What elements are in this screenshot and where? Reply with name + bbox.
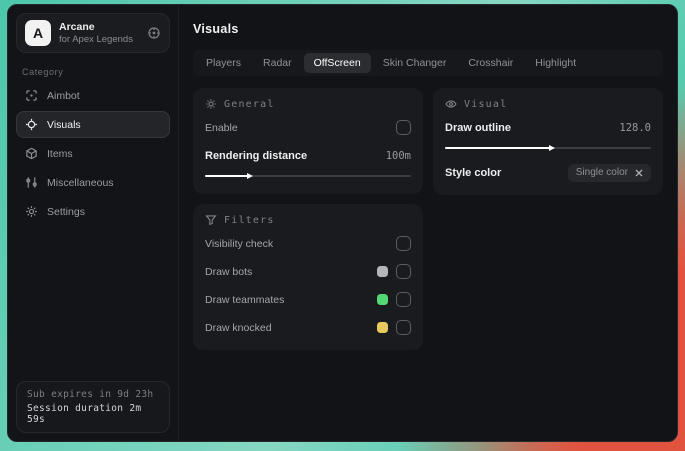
visual-card: Visual Draw outline 128.0 Style color Si… (433, 88, 663, 195)
general-card-header: General (205, 98, 411, 110)
subscription-info: Sub expires in 9d 23h Session duration 2… (16, 381, 170, 433)
sidebar-item-items[interactable]: Items (16, 140, 170, 167)
style-color-select[interactable]: Single color (567, 163, 651, 182)
slider-fill (205, 173, 254, 179)
slider-thumb-icon[interactable] (549, 145, 556, 151)
draw-knocked-color-swatch[interactable] (377, 322, 388, 333)
draw-bots-checkbox[interactable] (396, 264, 411, 279)
sidebar: A Arcane for Apex Legends Category Aimbo… (8, 5, 179, 441)
draw-teammates-color-swatch[interactable] (377, 294, 388, 305)
rendering-distance-row: Rendering distance 100m (205, 145, 411, 166)
enable-checkbox[interactable] (396, 120, 411, 135)
filters-card: Filters Visibility check Draw bots Draw … (193, 204, 423, 350)
app-title-block: Arcane for Apex Legends (59, 21, 133, 45)
sub-expiry-text: Sub expires in 9d 23h (27, 389, 154, 400)
target-icon[interactable] (147, 26, 161, 40)
visibility-check-checkbox[interactable] (396, 236, 411, 251)
tab-offscreen[interactable]: OffScreen (303, 53, 371, 73)
style-color-row: Style color Single color (445, 162, 651, 183)
sidebar-item-visuals[interactable]: Visuals (16, 111, 170, 138)
sidebar-item-label: Aimbot (47, 89, 80, 102)
tab-skin-changer[interactable]: Skin Changer (373, 53, 457, 73)
draw-outline-value: 128.0 (619, 121, 651, 134)
crosshair-icon (25, 89, 38, 102)
general-card-title: General (224, 98, 275, 110)
app-subtitle: for Apex Legends (59, 33, 133, 45)
sidebar-header: A Arcane for Apex Legends (16, 13, 170, 53)
draw-outline-row: Draw outline 128.0 (445, 117, 651, 138)
tab-radar[interactable]: Radar (253, 53, 302, 73)
slider-thumb-icon[interactable] (247, 173, 254, 179)
draw-teammates-row: Draw teammates (205, 289, 411, 310)
sun-icon (205, 98, 217, 110)
close-icon[interactable] (635, 169, 643, 177)
draw-bots-color-swatch[interactable] (377, 266, 388, 277)
content-grid: General Enable Rendering distance 100m F… (193, 88, 663, 350)
visual-card-header: Visual (445, 98, 651, 110)
app-name: Arcane (59, 21, 95, 33)
draw-outline-label: Draw outline (445, 121, 512, 134)
sliders-icon (25, 176, 38, 189)
rendering-distance-label: Rendering distance (205, 149, 308, 162)
tab-highlight[interactable]: Highlight (525, 53, 586, 73)
tab-players[interactable]: Players (196, 53, 251, 73)
style-color-selected-value: Single color (575, 167, 628, 178)
sidebar-item-miscellaneous[interactable]: Miscellaneous (16, 169, 170, 196)
category-label: Category (22, 67, 64, 77)
visibility-check-label: Visibility check (205, 237, 274, 250)
enable-label: Enable (205, 121, 238, 134)
draw-knocked-checkbox[interactable] (396, 320, 411, 335)
sidebar-item-settings[interactable]: Settings (16, 198, 170, 225)
draw-knocked-label: Draw knocked (205, 321, 272, 334)
sidebar-item-label: Miscellaneous (47, 176, 114, 189)
session-duration-text: Session duration 2m 59s (27, 403, 142, 425)
draw-teammates-checkbox[interactable] (396, 292, 411, 307)
sidebar-item-aimbot[interactable]: Aimbot (16, 82, 170, 109)
gear-icon (25, 205, 38, 218)
funnel-icon (205, 214, 217, 226)
style-color-label: Style color (445, 166, 502, 179)
draw-knocked-row: Draw knocked (205, 317, 411, 338)
right-column: Visual Draw outline 128.0 Style color Si… (433, 88, 663, 195)
draw-bots-row: Draw bots (205, 261, 411, 282)
filters-card-header: Filters (205, 214, 411, 226)
sidebar-nav: Aimbot Visuals Items Miscellaneous Setti… (16, 82, 170, 225)
cube-icon (25, 147, 38, 160)
rendering-distance-slider[interactable] (205, 171, 411, 181)
main-panel: Visuals Players Radar OffScreen Skin Cha… (179, 5, 677, 441)
slider-fill (445, 145, 556, 151)
left-column: General Enable Rendering distance 100m F… (193, 88, 423, 350)
enable-row: Enable (205, 117, 411, 138)
tab-bar: Players Radar OffScreen Skin Changer Cro… (193, 50, 663, 76)
visibility-check-row: Visibility check (205, 233, 411, 254)
draw-outline-slider[interactable] (445, 143, 651, 153)
page-title: Visuals (193, 22, 239, 36)
sidebar-item-label: Items (47, 147, 73, 160)
sidebar-item-label: Visuals (47, 118, 81, 131)
draw-bots-label: Draw bots (205, 265, 253, 278)
general-card: General Enable Rendering distance 100m (193, 88, 423, 194)
focus-icon (25, 118, 38, 131)
visual-card-title: Visual (464, 98, 508, 110)
tab-crosshair[interactable]: Crosshair (458, 53, 523, 73)
eye-icon (445, 98, 457, 110)
sidebar-item-label: Settings (47, 205, 85, 218)
app-logo: A (25, 20, 51, 46)
rendering-distance-value: 100m (385, 149, 411, 162)
app-window: A Arcane for Apex Legends Category Aimbo… (7, 4, 678, 442)
draw-teammates-label: Draw teammates (205, 293, 285, 306)
filters-card-title: Filters (224, 214, 275, 226)
